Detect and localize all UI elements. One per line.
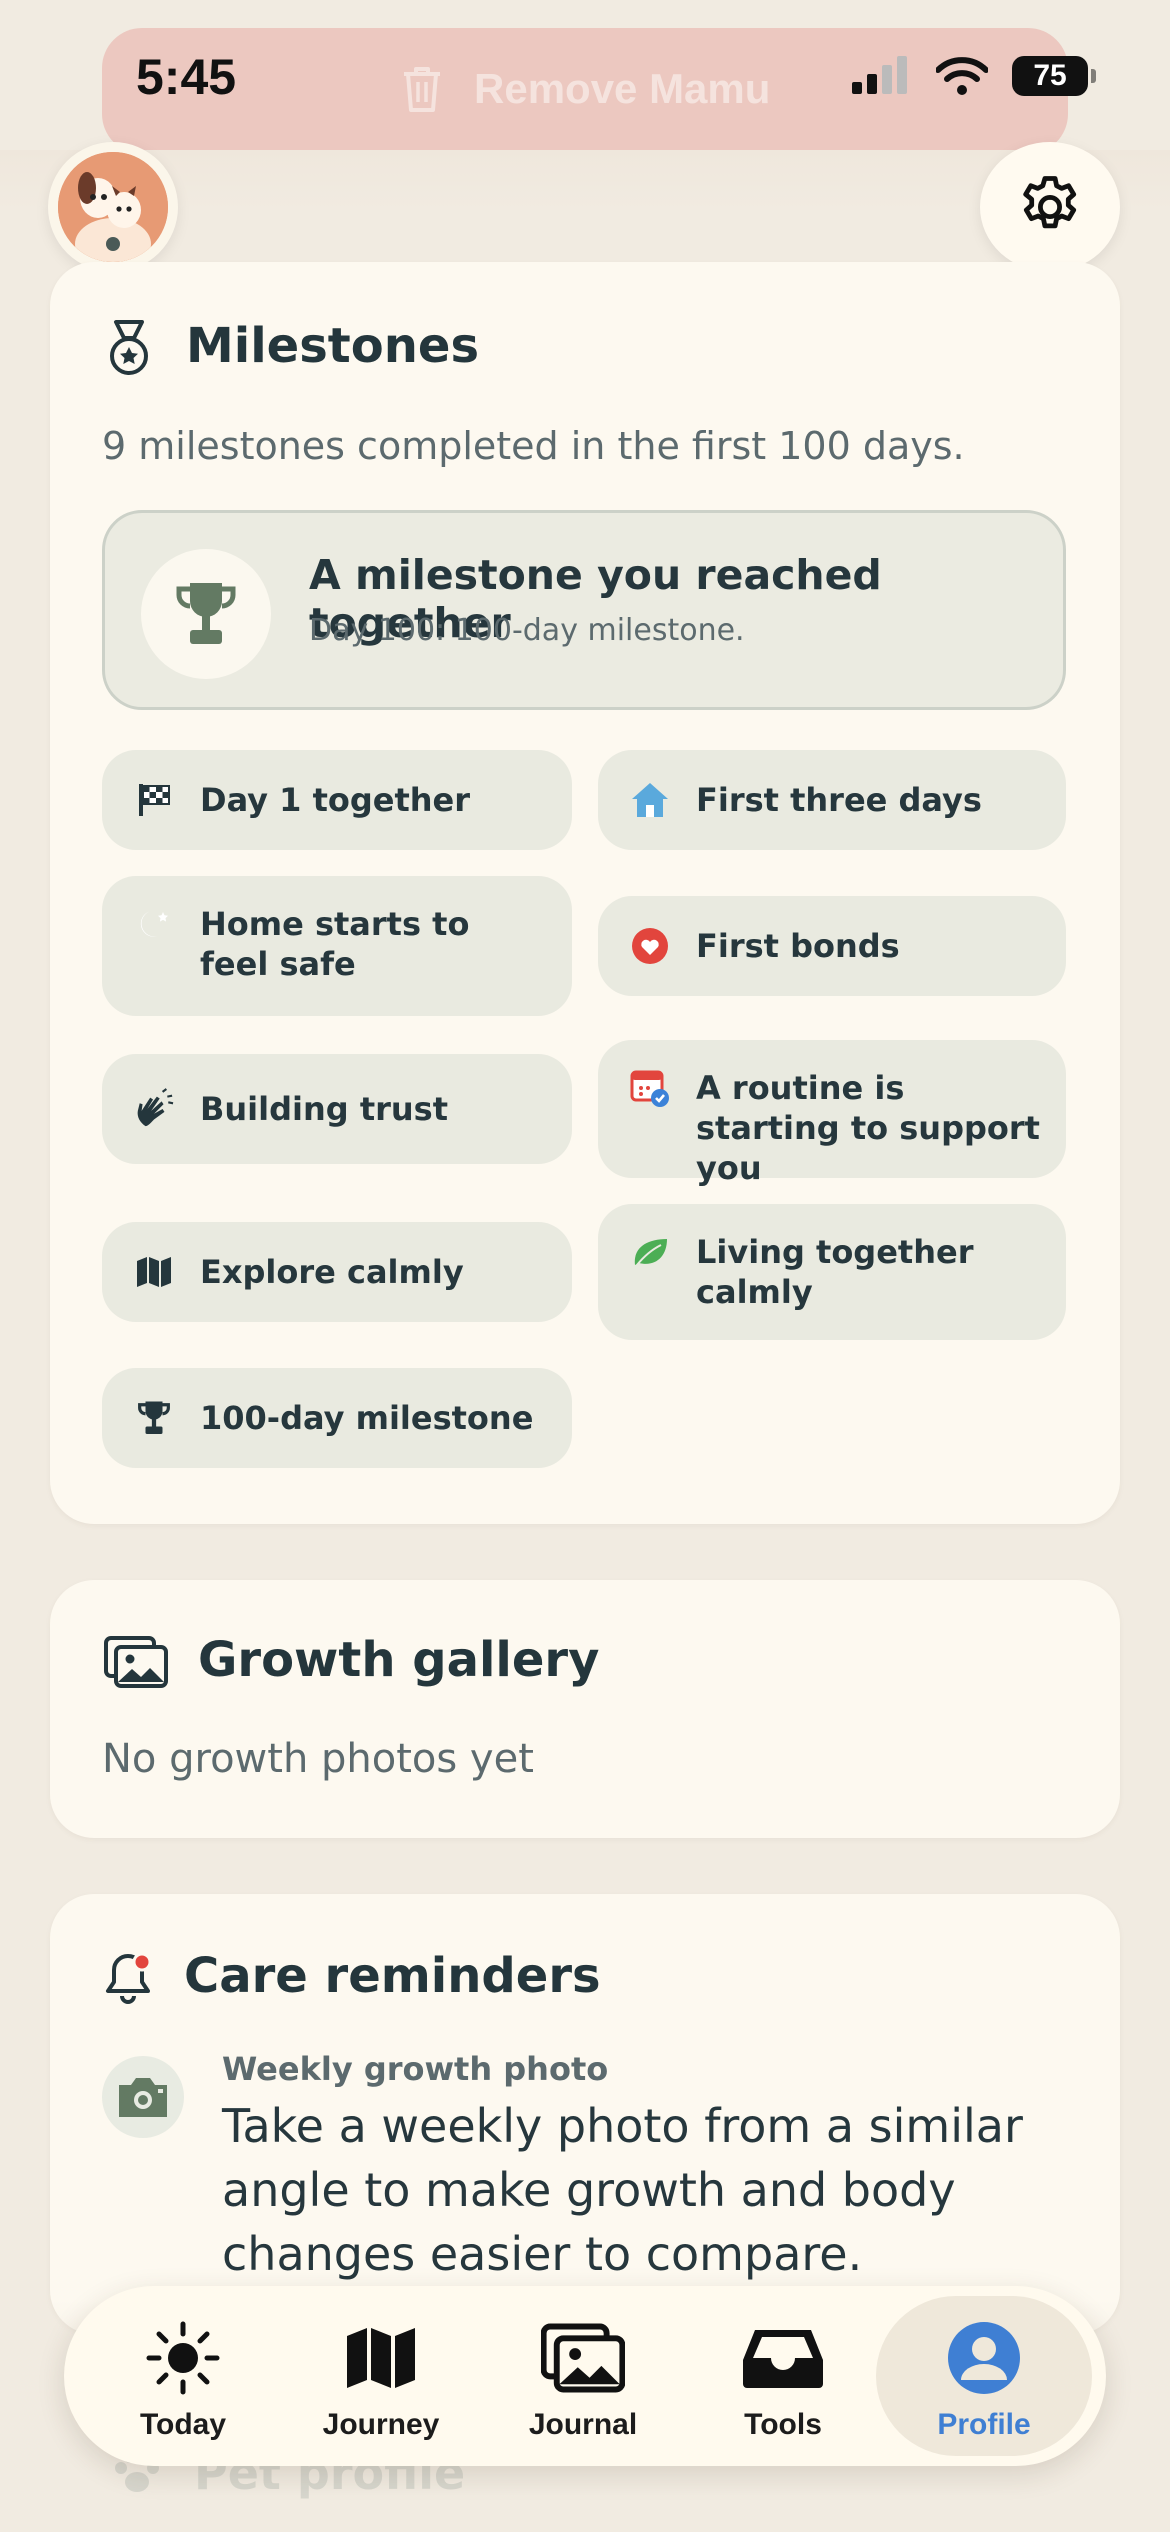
moon-star-icon xyxy=(134,904,174,944)
status-indicators: 75 xyxy=(852,56,1096,96)
house-icon xyxy=(630,780,670,820)
tab-today[interactable]: Today xyxy=(88,2286,278,2466)
milestone-chip[interactable]: Day 1 together xyxy=(102,750,572,850)
trophy-icon xyxy=(176,583,236,644)
tab-today-label: Today xyxy=(139,2408,227,2441)
trophy-badge xyxy=(141,549,271,679)
milestone-chip-label: First bonds xyxy=(696,927,900,965)
pet-avatar-image xyxy=(58,152,168,262)
reminder-text: Take a weekly photo from a similar angle… xyxy=(222,2099,1023,2281)
cellular-signal-icon xyxy=(852,56,907,94)
milestones-summary: 9 milestones completed in the first 100 … xyxy=(102,424,965,468)
bell-notification-icon xyxy=(102,1948,158,2010)
camera-icon xyxy=(119,2078,167,2117)
tab-tools[interactable]: Tools xyxy=(688,2286,878,2466)
milestone-chip[interactable]: First three days xyxy=(598,750,1066,850)
pet-avatar xyxy=(58,152,168,262)
battery-indicator: 75 xyxy=(1012,56,1096,96)
remove-pet-button[interactable]: Remove Mamu xyxy=(400,64,770,114)
medal-icon xyxy=(102,318,156,382)
milestone-chip[interactable]: A routine is starting to support you xyxy=(598,1040,1066,1187)
trash-icon xyxy=(404,67,440,112)
reminder-icon-badge xyxy=(102,2056,184,2138)
tab-journal-label: Journal xyxy=(528,2408,638,2441)
milestone-chip[interactable]: Living together calmly xyxy=(598,1204,1066,1340)
tray-icon xyxy=(743,2330,823,2388)
growth-gallery-title: Growth gallery xyxy=(198,1632,600,1688)
milestone-chip-label: 100-day milestone xyxy=(200,1399,534,1437)
gear-icon xyxy=(1023,176,1077,229)
status-time: 5:45 xyxy=(136,49,237,105)
highlight-milestone-card[interactable]: A milestone you reached together Day 100… xyxy=(102,510,1066,710)
reminder-label: Weekly growth photo xyxy=(222,2050,609,2088)
milestone-chip[interactable]: Building trust xyxy=(102,1054,572,1164)
milestone-chip[interactable]: First bonds xyxy=(598,896,1066,996)
photo-gallery-icon xyxy=(104,1636,168,1692)
leaf-icon xyxy=(630,1232,670,1272)
heart-icon xyxy=(630,926,670,966)
milestone-chip-label: First three days xyxy=(696,781,982,819)
wifi-icon xyxy=(936,57,988,95)
map-icon xyxy=(347,2328,415,2388)
remove-pet-label: Remove Mamu xyxy=(474,65,771,112)
settings-button[interactable] xyxy=(980,142,1120,272)
tab-journey[interactable]: Journey xyxy=(286,2286,476,2466)
checkered-flag-icon xyxy=(134,780,174,820)
growth-gallery-empty: No growth photos yet xyxy=(102,1736,534,1782)
map-icon xyxy=(134,1252,174,1292)
trophy-icon xyxy=(134,1398,174,1438)
growth-gallery-card[interactable] xyxy=(50,1580,1120,1838)
milestone-chip-label: Home starts to feel safe xyxy=(200,905,470,983)
tab-profile[interactable]: Profile xyxy=(876,2296,1092,2456)
milestone-chip[interactable]: Explore calmly xyxy=(102,1222,572,1322)
milestone-chip-label: Explore calmly xyxy=(200,1253,464,1291)
waving-hand-icon xyxy=(134,1088,174,1129)
sun-icon xyxy=(146,2321,220,2395)
milestone-chip[interactable]: 100-day milestone xyxy=(102,1368,572,1468)
highlight-subtitle: Day 100: 100-day milestone. xyxy=(309,613,745,648)
calendar-check-icon xyxy=(630,1068,670,1108)
tab-journal[interactable]: Journal xyxy=(488,2286,678,2466)
milestone-chip-label: Living together calmly xyxy=(696,1233,974,1311)
tab-bar: Today Journey Journal Tools Profile xyxy=(64,2286,1106,2466)
milestone-chip-label: A routine is starting to support you xyxy=(696,1069,1040,1187)
milestone-chip-label: Building trust xyxy=(200,1090,449,1128)
care-reminders-title: Care reminders xyxy=(184,1948,601,2004)
tab-journey-label: Journey xyxy=(322,2408,440,2441)
milestone-chip[interactable]: Home starts to feel safe xyxy=(102,876,572,1016)
pet-avatar-button[interactable] xyxy=(48,142,178,272)
photos-icon xyxy=(541,2323,625,2393)
tab-tools-label: Tools xyxy=(744,2408,822,2441)
milestone-chip-label: Day 1 together xyxy=(200,781,471,819)
tab-profile-label: Profile xyxy=(937,2408,1031,2441)
person-icon xyxy=(948,2322,1020,2394)
milestones-title: Milestones xyxy=(186,318,480,374)
